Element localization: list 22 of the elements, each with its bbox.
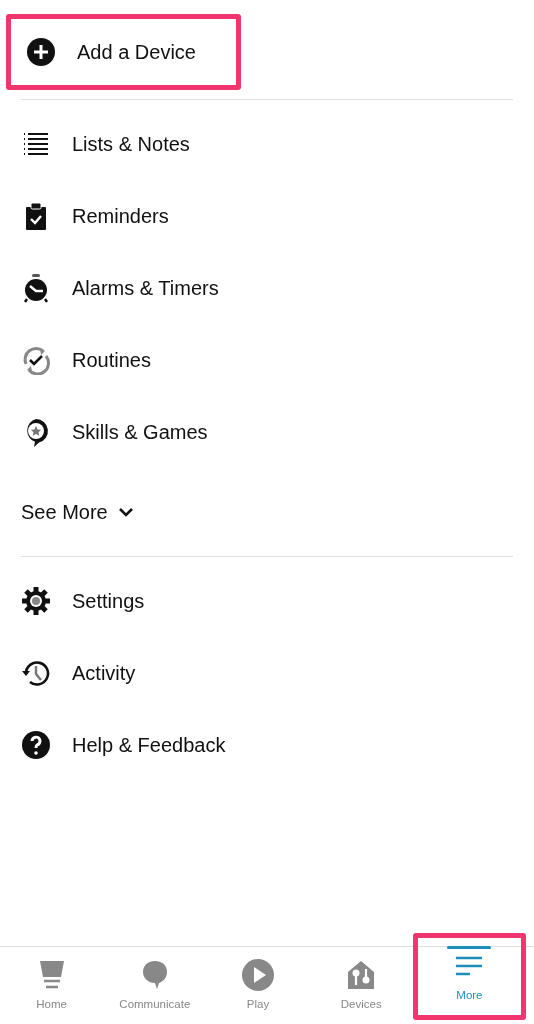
nav-tab[interactable]: More	[412, 933, 526, 1020]
menu-item[interactable]: Lists & Notes	[21, 108, 513, 180]
plus-icon	[26, 37, 56, 67]
nav-tab[interactable]: Home	[0, 947, 104, 1024]
play-icon	[241, 957, 275, 992]
nav-tab[interactable]: Play	[206, 947, 310, 1024]
see-more-button[interactable]: See More	[21, 476, 134, 548]
menu-item[interactable]: Activity	[21, 637, 513, 709]
menu-item[interactable]: Reminders	[21, 180, 513, 252]
menu-item[interactable]: Skills & Games	[21, 396, 513, 468]
help-icon	[21, 730, 51, 760]
menu-item[interactable]: Routines	[21, 324, 513, 396]
menu-item[interactable]: Help & Feedback	[21, 709, 513, 781]
nav-tab[interactable]: Communicate	[103, 947, 207, 1024]
routine-icon	[21, 345, 51, 375]
nav-tab[interactable]: Devices	[309, 947, 413, 1024]
history-icon	[21, 658, 51, 688]
settings-icon	[21, 586, 51, 616]
alarm-clock-icon	[21, 273, 51, 303]
highlighted-menu-item[interactable]: Add a Device	[6, 14, 241, 90]
menu-item[interactable]: Settings	[21, 565, 513, 637]
menu-item[interactable]: Alarms & Timers	[21, 252, 513, 324]
